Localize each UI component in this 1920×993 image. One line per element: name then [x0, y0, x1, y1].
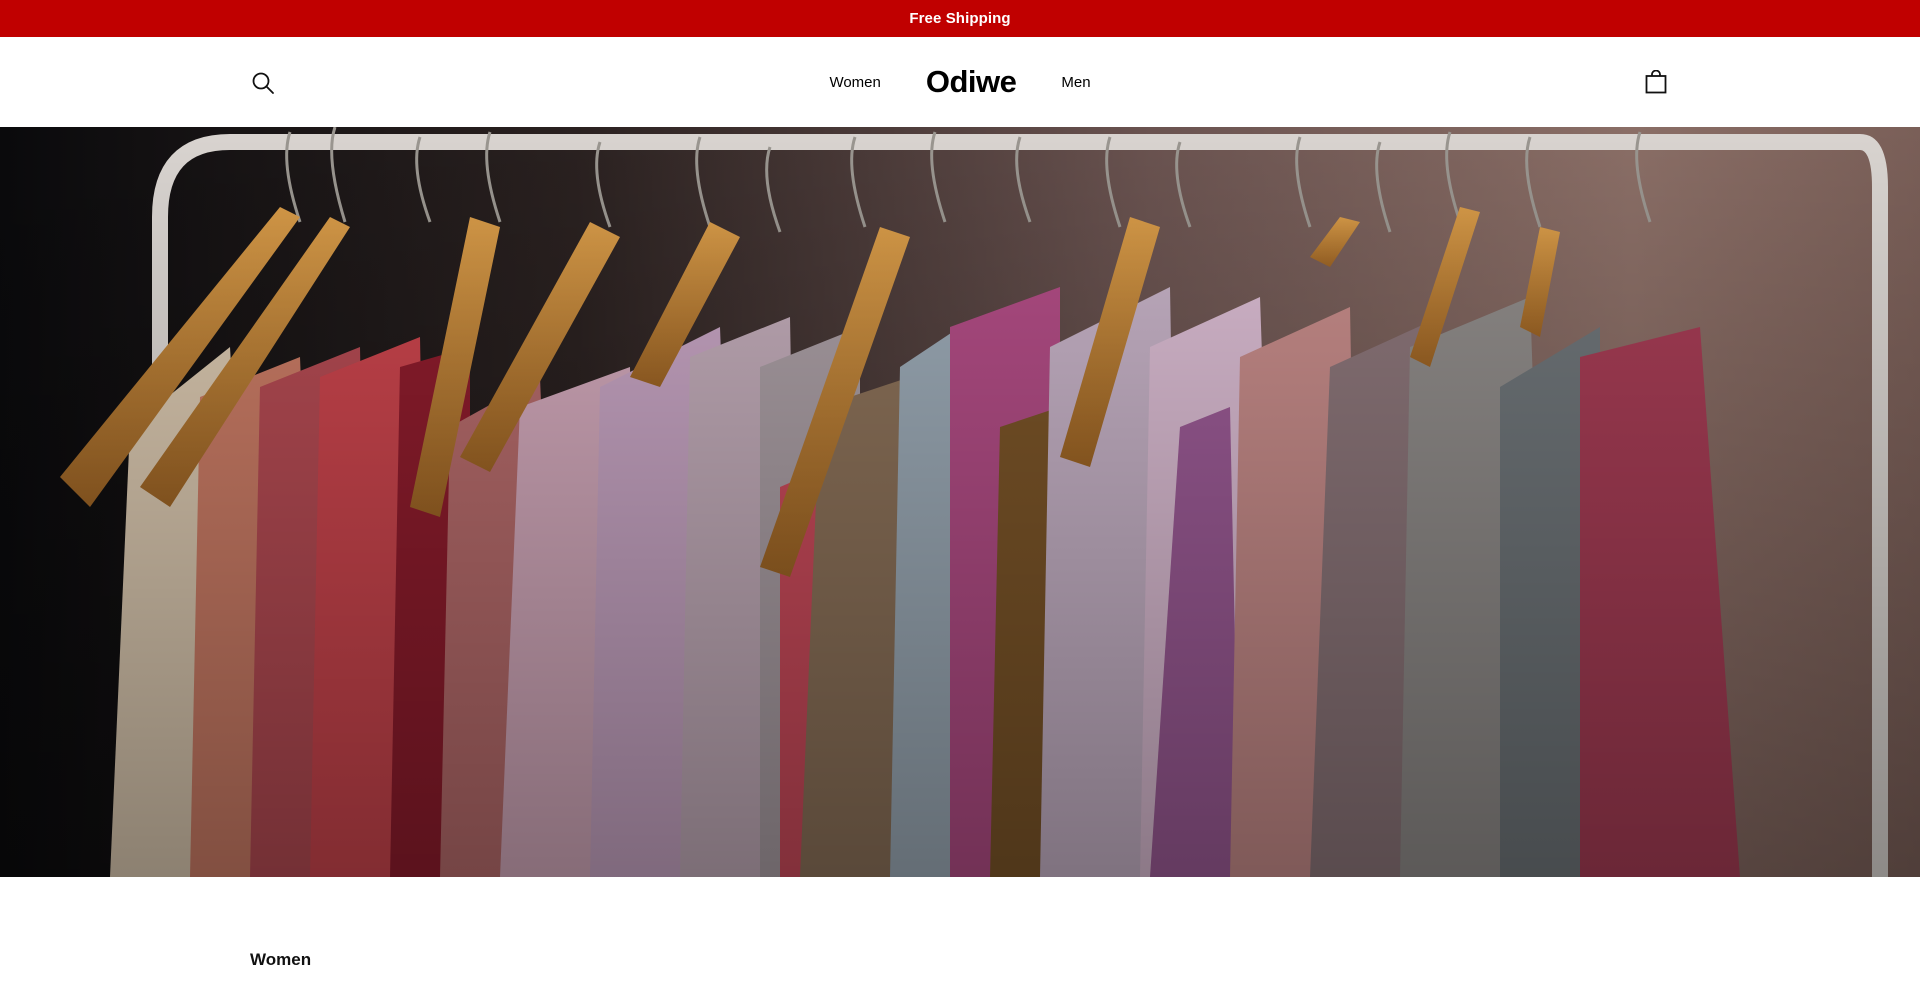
- section-title: Women: [250, 950, 312, 969]
- shopping-bag-icon: [1645, 70, 1667, 94]
- cart-button[interactable]: [1643, 68, 1669, 96]
- main-nav: Women Odiwe Men: [0, 37, 1920, 127]
- announcement-text: Free Shipping: [909, 10, 1011, 27]
- clothing-rack-photo: [0, 127, 1920, 877]
- site-header: Women Odiwe Men: [0, 37, 1920, 127]
- search-button[interactable]: [250, 70, 276, 96]
- nav-link-men[interactable]: Men: [1061, 74, 1090, 91]
- announcement-bar: Free Shipping: [0, 0, 1920, 37]
- hero-image: [0, 127, 1920, 877]
- nav-link-women[interactable]: Women: [829, 74, 880, 91]
- brand-logo[interactable]: Odiwe: [926, 64, 1017, 100]
- search-icon: [252, 72, 274, 94]
